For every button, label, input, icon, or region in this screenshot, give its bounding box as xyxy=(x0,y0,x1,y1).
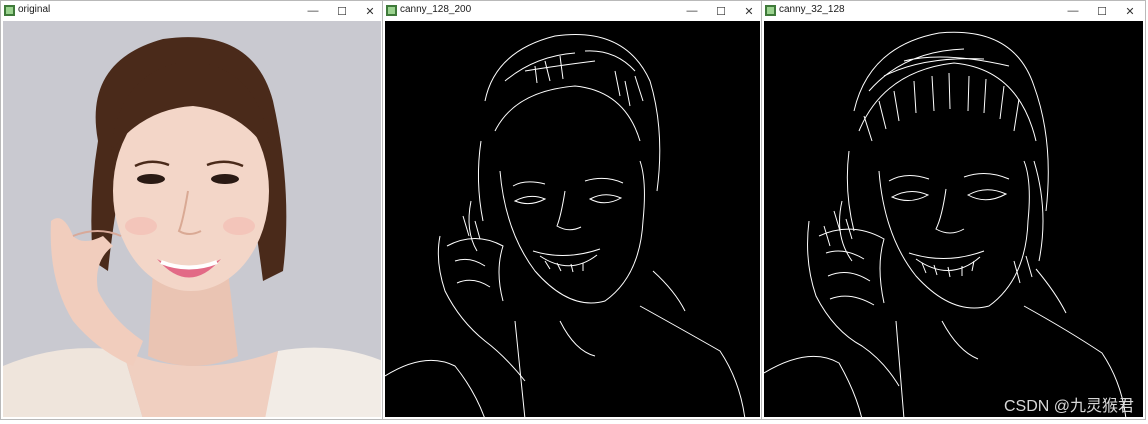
window-title: canny_32_128 xyxy=(779,4,845,15)
window-title: original xyxy=(18,4,51,15)
app-icon xyxy=(386,5,397,16)
minimize-button[interactable]: — xyxy=(679,1,705,21)
minimize-button[interactable]: — xyxy=(1060,1,1086,21)
window-original[interactable]: original — ☐ ✕ xyxy=(0,0,384,420)
original-image xyxy=(3,21,381,417)
app-icon xyxy=(4,5,15,16)
maximize-button[interactable]: ☐ xyxy=(329,1,355,21)
edge-drawing xyxy=(385,21,760,417)
minimize-button[interactable]: — xyxy=(300,1,326,21)
portrait-photo xyxy=(3,21,381,417)
window-title: canny_128_200 xyxy=(400,4,472,15)
window-canny-128-200[interactable]: canny_128_200 — ☐ ✕ xyxy=(382,0,763,420)
title-bar[interactable]: canny_128_200 — ☐ ✕ xyxy=(383,1,762,21)
maximize-button[interactable]: ☐ xyxy=(1089,1,1115,21)
title-bar[interactable]: canny_32_128 — ☐ ✕ xyxy=(762,1,1145,21)
edge-drawing xyxy=(764,21,1143,417)
edge-image-canny-32-128 xyxy=(764,21,1143,417)
maximize-button[interactable]: ☐ xyxy=(708,1,734,21)
title-bar[interactable]: original — ☐ ✕ xyxy=(1,1,383,21)
edge-image-canny-128-200 xyxy=(385,21,760,417)
close-button[interactable]: ✕ xyxy=(736,1,762,21)
watermark-text: CSDN @九灵猴君 xyxy=(1003,398,1134,415)
close-button[interactable]: ✕ xyxy=(357,1,383,21)
window-canny-32-128[interactable]: canny_32_128 — ☐ ✕ xyxy=(761,0,1146,420)
close-button[interactable]: ✕ xyxy=(1117,1,1143,21)
app-icon xyxy=(765,5,776,16)
